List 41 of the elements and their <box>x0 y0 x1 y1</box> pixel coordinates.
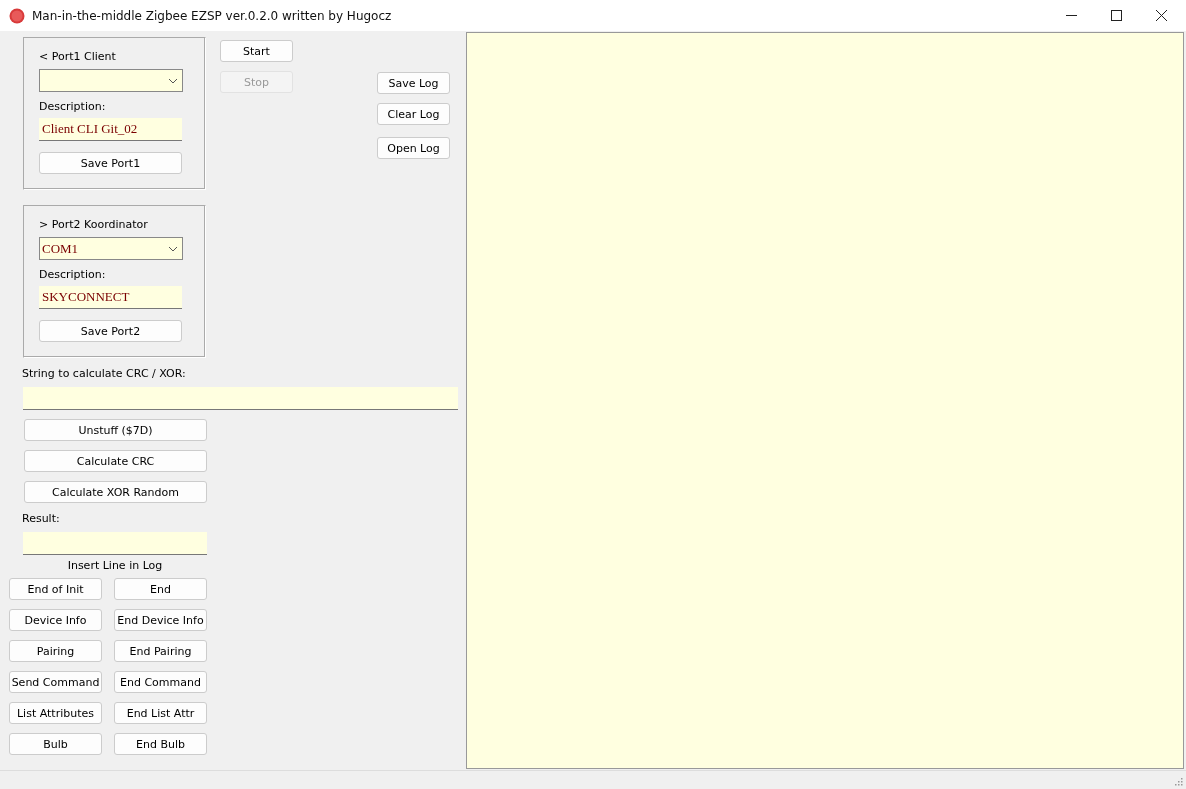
insert-line-button[interactable]: Pairing <box>9 640 102 662</box>
window-title: Man-in-the-middle Zigbee EZSP ver.0.2.0 written by Hugocz <box>32 8 392 23</box>
insert-line-button[interactable]: End of Init <box>9 578 102 600</box>
chevron-down-icon[interactable] <box>168 78 178 84</box>
insert-line-button[interactable]: End Device Info <box>114 609 207 631</box>
chevron-down-icon[interactable] <box>168 246 178 252</box>
run-button[interactable]: Start <box>220 40 293 62</box>
resize-grip-icon[interactable] <box>1174 777 1183 786</box>
calculate-button[interactable]: Calculate XOR Random <box>24 481 207 503</box>
log-button[interactable]: Save Log <box>377 72 450 94</box>
insert-line-label: Insert Line in Log <box>66 559 164 572</box>
port-heading: > Port2 Koordinator <box>39 218 149 231</box>
save-port-button[interactable]: Save Port2 <box>39 320 182 342</box>
calculate-button[interactable]: Unstuff ($7D) <box>24 419 207 441</box>
insert-line-button[interactable]: Bulb <box>9 733 102 755</box>
port-dropdown[interactable] <box>39 69 183 92</box>
description-label: Description: <box>39 268 107 281</box>
maximize-icon[interactable] <box>1111 10 1122 21</box>
insert-line-button[interactable]: End Pairing <box>114 640 207 662</box>
description-field[interactable]: SKYCONNECT <box>39 286 182 309</box>
insert-line-button[interactable]: Send Command <box>9 671 102 693</box>
port-heading: < Port1 Client <box>39 50 117 63</box>
insert-line-button[interactable]: End Command <box>114 671 207 693</box>
log-button[interactable]: Open Log <box>377 137 450 159</box>
save-port-button[interactable]: Save Port1 <box>39 152 182 174</box>
calculate-button[interactable]: Calculate CRC <box>24 450 207 472</box>
port-dropdown[interactable]: COM1 <box>39 237 183 260</box>
crc-string-label: String to calculate CRC / XOR: <box>22 367 186 380</box>
app-logo-icon <box>9 7 25 24</box>
result-field[interactable] <box>23 532 207 555</box>
result-label: Result: <box>22 512 60 525</box>
insert-line-button[interactable]: End Bulb <box>114 733 207 755</box>
insert-line-button[interactable]: Device Info <box>9 609 102 631</box>
close-icon[interactable] <box>1156 10 1167 21</box>
crc-string-field[interactable] <box>23 387 458 410</box>
description-field[interactable]: Client CLI Git_02 <box>39 118 182 141</box>
insert-line-button[interactable]: End <box>114 578 207 600</box>
log-button[interactable]: Clear Log <box>377 103 450 125</box>
insert-line-button[interactable]: End List Attr <box>114 702 207 724</box>
insert-line-button[interactable]: List Attributes <box>9 702 102 724</box>
description-label: Description: <box>39 100 107 113</box>
